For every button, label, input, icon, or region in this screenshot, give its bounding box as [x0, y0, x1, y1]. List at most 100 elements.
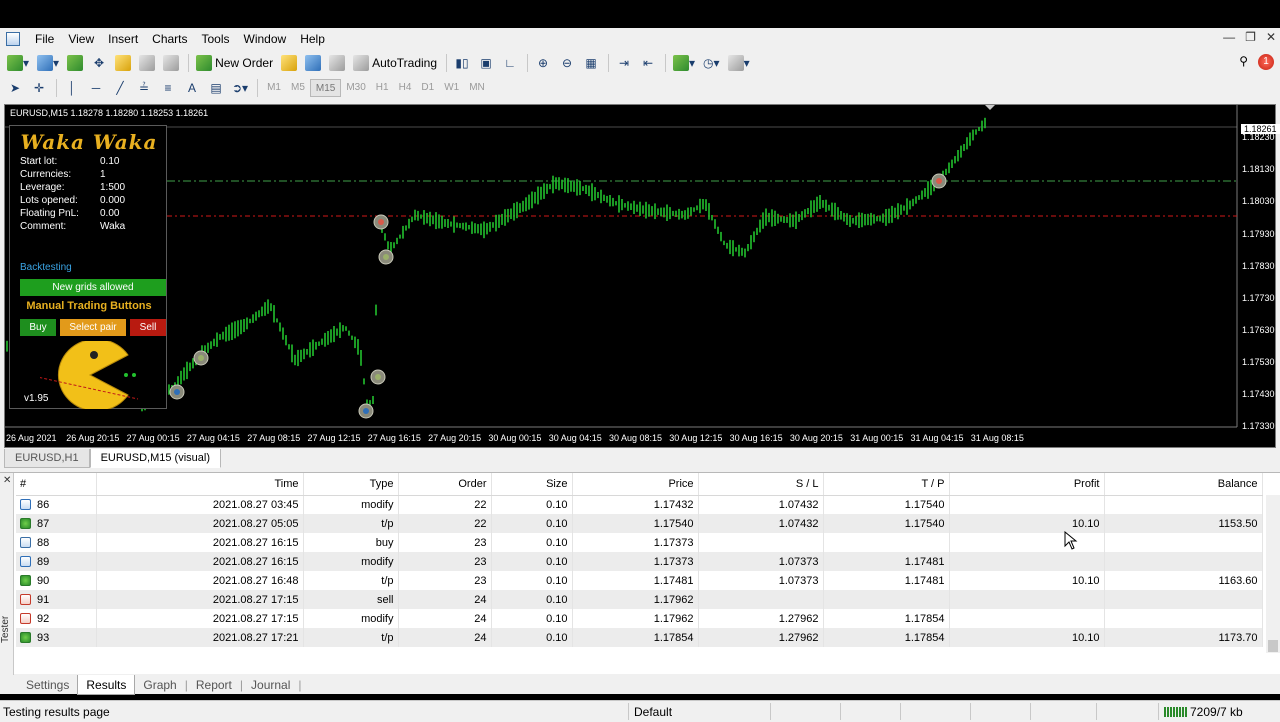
market-watch-button[interactable]: [64, 52, 86, 74]
menu-charts[interactable]: Charts: [145, 28, 194, 50]
data-window-button[interactable]: ✥: [88, 52, 110, 74]
cell-size: 0.10: [491, 552, 573, 571]
tester-tab-journal[interactable]: Journal: [243, 675, 298, 695]
col-number[interactable]: #: [16, 473, 97, 496]
ea-select-pair-button[interactable]: Select pair: [60, 319, 126, 336]
timeframe-m15[interactable]: M15: [309, 79, 342, 97]
trendline-button[interactable]: ╱: [109, 77, 131, 99]
profiles-button[interactable]: ▾: [34, 52, 62, 74]
menu-insert[interactable]: Insert: [101, 28, 145, 50]
cursor-button[interactable]: ➤: [4, 77, 26, 99]
autoscroll-button[interactable]: ⇤: [637, 52, 659, 74]
tester-tab-results[interactable]: Results: [77, 675, 136, 695]
menu-view[interactable]: View: [61, 28, 101, 50]
menu-window[interactable]: Window: [237, 28, 294, 50]
status-traffic: 7209/7 kb: [1190, 705, 1243, 719]
timeframe-h1[interactable]: H1: [371, 79, 394, 97]
table-row[interactable]: 93 2021.08.27 17:21 t/p 24 0.10 1.17854 1.2796…: [16, 628, 1263, 647]
zoom-out-button[interactable]: ⊖: [556, 52, 578, 74]
vps-button[interactable]: [326, 52, 348, 74]
periods-button[interactable]: ◷ ▾: [700, 52, 723, 74]
cell-number: 90: [37, 574, 50, 587]
market-watch-icon: [67, 55, 84, 71]
menu-help[interactable]: Help: [293, 28, 332, 50]
minimize-icon[interactable]: —: [1223, 30, 1235, 44]
tester-tab-report[interactable]: Report: [188, 675, 240, 695]
text-button[interactable]: A: [181, 77, 203, 99]
timeframe-d1[interactable]: D1: [416, 79, 439, 97]
col-profit[interactable]: Profit: [949, 473, 1105, 496]
chart-tab-eurusd-h1[interactable]: EURUSD,H1: [4, 449, 90, 468]
chart-tab-eurusd-m15-visual[interactable]: EURUSD,M15 (visual): [89, 449, 221, 468]
restore-icon[interactable]: ❐: [1245, 30, 1256, 44]
menu-file[interactable]: File: [28, 28, 61, 50]
tile-windows-button[interactable]: ▦: [580, 52, 602, 74]
ea-buy-button[interactable]: Buy: [20, 319, 56, 336]
table-row[interactable]: 91 2021.08.27 17:15 sell 24 0.10 1.17962: [16, 590, 1263, 609]
price-axis-label: 1.17830: [1242, 261, 1275, 271]
table-row[interactable]: 90 2021.08.27 16:48 t/p 23 0.10 1.17481 1.0737…: [16, 571, 1263, 590]
ea-sell-button[interactable]: Sell: [130, 319, 166, 336]
line-chart-button[interactable]: ∟: [499, 52, 521, 74]
scrollbar-thumb[interactable]: [1268, 640, 1278, 652]
col-sl[interactable]: S / L: [698, 473, 824, 496]
autotrading-button[interactable]: AutoTrading: [350, 52, 440, 74]
timeframe-m5[interactable]: M5: [286, 79, 310, 97]
menu-tools[interactable]: Tools: [195, 28, 237, 50]
new-chart-button[interactable]: ▾: [4, 52, 32, 74]
time-axis-label: 30 Aug 16:15: [729, 433, 783, 443]
cell-profit: [949, 590, 1105, 609]
col-size[interactable]: Size: [491, 473, 573, 496]
search-icon[interactable]: ⚲: [1239, 54, 1248, 68]
templates-button[interactable]: ▾: [725, 52, 753, 74]
cell-sl: [698, 590, 824, 609]
col-type[interactable]: Type: [303, 473, 399, 496]
table-row[interactable]: 86 2021.08.27 03:45 modify 22 0.10 1.17432 1.0…: [16, 495, 1263, 514]
terminal-button[interactable]: [136, 52, 158, 74]
col-order[interactable]: Order: [398, 473, 492, 496]
timeframe-mn[interactable]: MN: [464, 79, 490, 97]
close-icon[interactable]: ✕: [1266, 30, 1276, 44]
cell-time: 2021.08.27 05:05: [96, 514, 304, 533]
horizontal-line-button[interactable]: ─: [85, 77, 107, 99]
timeframe-w1[interactable]: W1: [439, 79, 464, 97]
col-price[interactable]: Price: [572, 473, 699, 496]
table-row[interactable]: 89 2021.08.27 16:15 modify 23 0.10 1.17373 1.0…: [16, 552, 1263, 571]
metaeditor-button[interactable]: [278, 52, 300, 74]
timeframe-h4[interactable]: H4: [394, 79, 417, 97]
table-row[interactable]: 92 2021.08.27 17:15 modify 24 0.10 1.17962 1.2…: [16, 609, 1263, 628]
tester-tab-settings[interactable]: Settings: [18, 675, 77, 695]
cell-profit: [949, 609, 1105, 628]
close-tester-icon[interactable]: ✕: [3, 475, 11, 486]
strategy-tester-button[interactable]: [160, 52, 182, 74]
channel-button[interactable]: ≟: [133, 77, 155, 99]
cell-type: buy: [303, 533, 399, 552]
cell-number: 87: [37, 517, 50, 530]
timeframe-m30[interactable]: M30: [341, 79, 370, 97]
text-label-button[interactable]: ▤: [205, 77, 227, 99]
time-axis-label: 26 Aug 2021: [6, 433, 57, 443]
new-order-button[interactable]: New Order: [193, 52, 276, 74]
cell-type: t/p: [303, 514, 399, 533]
col-balance[interactable]: Balance: [1104, 473, 1263, 496]
bar-chart-button[interactable]: ▮▯: [451, 52, 473, 74]
crosshair-button[interactable]: ✛: [28, 77, 50, 99]
timeframe-m1[interactable]: M1: [262, 79, 286, 97]
notification-icon[interactable]: 1: [1258, 54, 1274, 70]
col-time[interactable]: Time: [96, 473, 304, 496]
vertical-line-button[interactable]: │: [61, 77, 83, 99]
zoom-in-button[interactable]: ⊕: [532, 52, 554, 74]
fibonacci-button[interactable]: ≡: [157, 77, 179, 99]
metaeditor-icon: [281, 55, 298, 71]
results-scrollbar[interactable]: [1266, 495, 1280, 653]
candle-chart-button[interactable]: ▣: [475, 52, 497, 74]
tester-tab-graph[interactable]: Graph: [135, 675, 184, 695]
indicators-button[interactable]: ▾: [670, 52, 698, 74]
signals-button[interactable]: [302, 52, 324, 74]
price-chart[interactable]: EURUSD,M15 1.18278 1.18280 1.18253 1.182…: [4, 104, 1280, 448]
navigator-button[interactable]: [112, 52, 134, 74]
time-axis-label: 27 Aug 00:15: [126, 433, 180, 443]
col-tp[interactable]: T / P: [823, 473, 950, 496]
arrows-button[interactable]: ➲▾: [229, 77, 251, 99]
chart-shift-button[interactable]: ⇥: [613, 52, 635, 74]
